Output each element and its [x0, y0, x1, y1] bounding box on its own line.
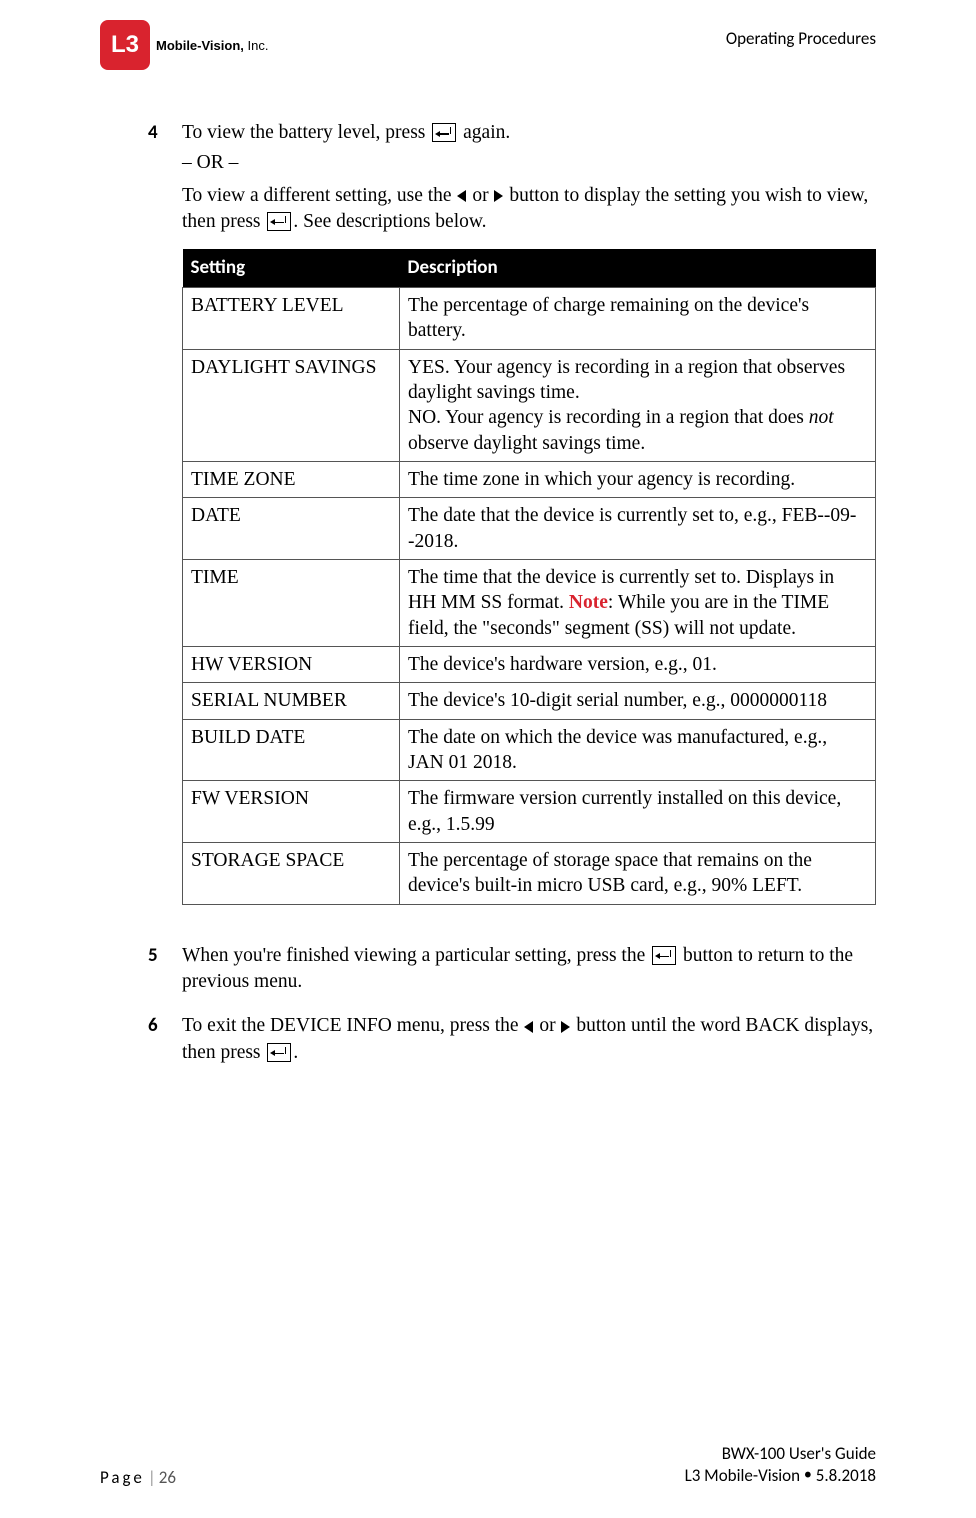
- table-row: BATTERY LEVEL The percentage of charge r…: [183, 287, 876, 349]
- setting-desc: The time that the device is currently se…: [400, 559, 876, 646]
- footer-page: Page|26: [100, 1467, 176, 1488]
- table-header-setting: Setting: [183, 249, 400, 287]
- setting-desc: The time zone in which your agency is re…: [400, 461, 876, 497]
- setting-name: BUILD DATE: [183, 719, 400, 781]
- left-arrow-icon: [457, 190, 466, 202]
- logo-badge-icon: L3: [100, 20, 150, 70]
- setting-desc: The firmware version currently installed…: [400, 781, 876, 843]
- setting-name: DAYLIGHT SAVINGS: [183, 349, 400, 461]
- setting-desc: The device's 10-digit serial number, e.g…: [400, 683, 876, 719]
- step6-text-mid: or: [534, 1015, 560, 1036]
- step-5: 5 When you're finished viewing a particu…: [148, 943, 876, 996]
- enter-icon: [432, 123, 456, 142]
- setting-name: BATTERY LEVEL: [183, 287, 400, 349]
- setting-desc: The percentage of charge remaining on th…: [400, 287, 876, 349]
- step5-text-a: When you're finished viewing a particula…: [182, 945, 650, 966]
- setting-name: HW VERSION: [183, 647, 400, 683]
- setting-name: STORAGE SPACE: [183, 843, 400, 905]
- logo: L3 Mobile-Vision, Inc.: [100, 20, 268, 70]
- step4-or: – OR –: [182, 150, 876, 176]
- settings-table: Setting Description BATTERY LEVEL The pe…: [182, 249, 876, 905]
- setting-desc: The date on which the device was manufac…: [400, 719, 876, 781]
- step4-text-b: again.: [458, 122, 510, 143]
- setting-desc: YES. Your agency is recording in a regio…: [400, 349, 876, 461]
- enter-icon: [652, 946, 676, 965]
- step4-text-a: To view the battery level, press: [182, 122, 430, 143]
- table-row: STORAGE SPACE The percentage of storage …: [183, 843, 876, 905]
- table-row: DATE The date that the device is current…: [183, 498, 876, 560]
- table-header-description: Description: [400, 249, 876, 287]
- table-row: FW VERSION The firmware version currentl…: [183, 781, 876, 843]
- step4-line2-mid: or: [467, 185, 493, 206]
- table-row: SERIAL NUMBER The device's 10-digit seri…: [183, 683, 876, 719]
- step4-line2-c: . See descriptions below.: [293, 211, 486, 232]
- setting-desc: The device's hardware version, e.g., 01.: [400, 647, 876, 683]
- setting-name: TIME: [183, 559, 400, 646]
- enter-icon: [267, 1043, 291, 1062]
- step-4: 4 To view the battery level, press again…: [148, 120, 876, 925]
- section-title: Operating Procedures: [726, 20, 876, 49]
- setting-desc: The date that the device is currently se…: [400, 498, 876, 560]
- step4-line2-a: To view a different setting, use the: [182, 185, 456, 206]
- right-arrow-icon: [494, 190, 503, 202]
- enter-icon: [267, 212, 291, 231]
- setting-name: TIME ZONE: [183, 461, 400, 497]
- step-6: 6 To exit the DEVICE INFO menu, press th…: [148, 1013, 876, 1066]
- table-row: BUILD DATE The date on which the device …: [183, 719, 876, 781]
- step6-text-a: To exit the DEVICE INFO menu, press the: [182, 1015, 523, 1036]
- table-row: HW VERSION The device's hardware version…: [183, 647, 876, 683]
- setting-name: SERIAL NUMBER: [183, 683, 400, 719]
- setting-desc: The percentage of storage space that rem…: [400, 843, 876, 905]
- right-arrow-icon: [561, 1021, 570, 1033]
- step-number: 4: [148, 120, 182, 925]
- table-row: DAYLIGHT SAVINGS YES. Your agency is rec…: [183, 349, 876, 461]
- table-row: TIME ZONE The time zone in which your ag…: [183, 461, 876, 497]
- left-arrow-icon: [524, 1021, 533, 1033]
- setting-name: FW VERSION: [183, 781, 400, 843]
- step-number: 5: [148, 943, 182, 996]
- step-number: 6: [148, 1013, 182, 1066]
- logo-company: Mobile-Vision, Inc.: [156, 38, 268, 53]
- setting-name: DATE: [183, 498, 400, 560]
- step6-text-c: .: [293, 1042, 298, 1063]
- footer-doc: BWX-100 User's Guide L3 Mobile-Vision • …: [685, 1443, 876, 1488]
- table-row: TIME The time that the device is current…: [183, 559, 876, 646]
